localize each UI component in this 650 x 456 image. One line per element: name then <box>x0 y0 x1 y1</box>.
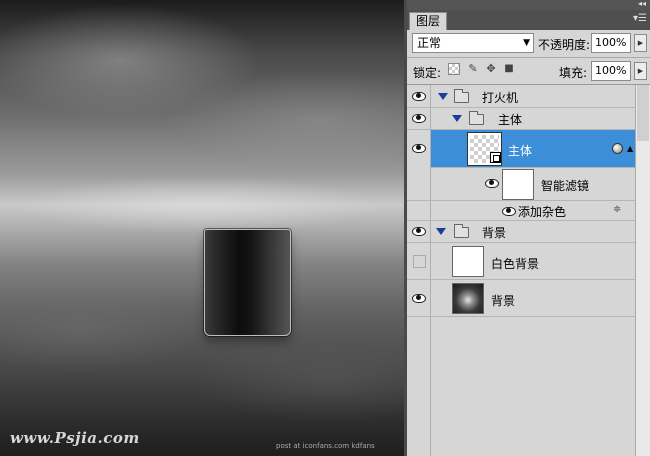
visibility-cell[interactable] <box>407 280 431 317</box>
visibility-cell <box>407 201 431 221</box>
layer-name: 背景 <box>491 294 516 308</box>
eye-icon[interactable] <box>412 113 426 123</box>
eye-icon[interactable] <box>412 91 426 101</box>
opacity-field[interactable]: 100% <box>591 33 631 53</box>
expand-triangle-icon[interactable] <box>436 228 446 235</box>
collapse-arrow-icon[interactable]: ▲ <box>627 144 633 153</box>
layer-name: 智能滤镜 <box>541 179 590 193</box>
credit-text: post at iconfans.com kdfans <box>276 442 375 450</box>
eye-icon[interactable] <box>412 226 426 236</box>
eye-icon[interactable] <box>502 206 516 216</box>
lock-transparency-icon[interactable] <box>448 63 460 75</box>
divider <box>407 57 650 58</box>
layer-row-lighter-group[interactable]: 打火机 <box>407 85 635 108</box>
folder-icon <box>454 89 469 103</box>
folder-icon <box>454 224 469 238</box>
eye-icon[interactable] <box>412 293 426 303</box>
layer-row-background[interactable]: 背景 <box>407 280 635 317</box>
chevron-down-icon: ▼ <box>523 38 530 48</box>
visibility-cell <box>407 168 431 201</box>
visibility-cell[interactable] <box>407 243 431 280</box>
expand-triangle-icon[interactable] <box>452 115 462 122</box>
lock-move-icon[interactable]: ✥ <box>485 63 497 75</box>
layer-name: 主体 <box>508 144 533 158</box>
layer-row-add-noise-filter[interactable]: 添加杂色 ≑ <box>407 201 635 221</box>
lock-all-icon[interactable]: ■ <box>503 63 515 75</box>
fill-slider-arrow-icon[interactable]: ▶ <box>634 62 647 80</box>
document-canvas[interactable]: www.Psjia.com post at iconfans.com kdfan… <box>0 0 404 456</box>
eye-icon[interactable] <box>485 178 499 188</box>
hidden-visibility-box[interactable] <box>413 255 426 268</box>
visibility-cell[interactable] <box>407 108 431 130</box>
lock-label: 锁定: <box>413 66 442 80</box>
double-chevron-right-icon[interactable]: ◂◂ <box>638 0 646 8</box>
panel-title-bar: ◂◂ <box>407 0 650 10</box>
fill-field[interactable]: 100% <box>591 61 631 81</box>
panel-tab-bar: 图层 ▾☰ <box>407 10 650 30</box>
tab-layers[interactable]: 图层 <box>409 12 447 30</box>
lock-brush-icon[interactable]: ✎ <box>467 63 479 75</box>
visibility-cell[interactable] <box>407 85 431 108</box>
filter-blending-options-icon[interactable]: ≑ <box>613 204 621 215</box>
layer-row-smart-filters[interactable]: 智能滤镜 <box>407 168 635 201</box>
layer-name: 白色背景 <box>491 257 540 271</box>
visibility-column-empty <box>407 317 431 456</box>
opacity-slider-arrow-icon[interactable]: ▶ <box>634 34 647 52</box>
layer-name: 主体 <box>498 113 523 127</box>
smart-object-icon <box>490 152 501 163</box>
smart-filter-badge-icon[interactable] <box>612 143 623 154</box>
layer-name: 打火机 <box>482 91 519 105</box>
layer-list-scrollbar[interactable] <box>635 85 650 456</box>
visibility-cell[interactable] <box>407 130 431 168</box>
scroll-thumb[interactable] <box>637 85 649 141</box>
blend-mode-select[interactable]: 正常 ▼ <box>412 33 534 53</box>
folder-icon <box>469 111 484 125</box>
watermark-text: www.Psjia.com <box>10 429 140 447</box>
layer-name: 背景 <box>482 226 507 240</box>
visibility-cell[interactable] <box>407 221 431 243</box>
blend-mode-value: 正常 <box>417 36 442 50</box>
lighter-body-shape <box>204 229 291 336</box>
opacity-label: 不透明度: <box>538 38 591 52</box>
eye-icon[interactable] <box>412 143 426 153</box>
layer-list: 打火机 主体 主体 ▲ 智能滤镜 添加杂色 ≑ 背景 白色背景 背景 <box>407 85 635 456</box>
layers-panel: ◂◂ 图层 ▾☰ 正常 ▼ 不透明度: 100% ▶ 锁定: ✎ ✥ ■ 填充:… <box>404 0 650 456</box>
layer-thumbnail[interactable] <box>452 246 484 277</box>
layer-name: 添加杂色 <box>518 205 567 219</box>
expand-triangle-icon[interactable] <box>438 93 448 100</box>
layer-row-background-group[interactable]: 背景 <box>407 221 635 243</box>
panel-menu-icon[interactable]: ▾☰ <box>633 13 647 24</box>
fill-label: 填充: <box>559 66 588 80</box>
filter-mask-thumbnail[interactable] <box>502 169 534 200</box>
layer-row-body-smart-object[interactable]: 主体 ▲ <box>407 130 635 168</box>
layer-row-white-background[interactable]: 白色背景 <box>407 243 635 280</box>
layer-thumbnail[interactable] <box>452 283 484 314</box>
layer-row-body-group[interactable]: 主体 <box>407 108 635 130</box>
